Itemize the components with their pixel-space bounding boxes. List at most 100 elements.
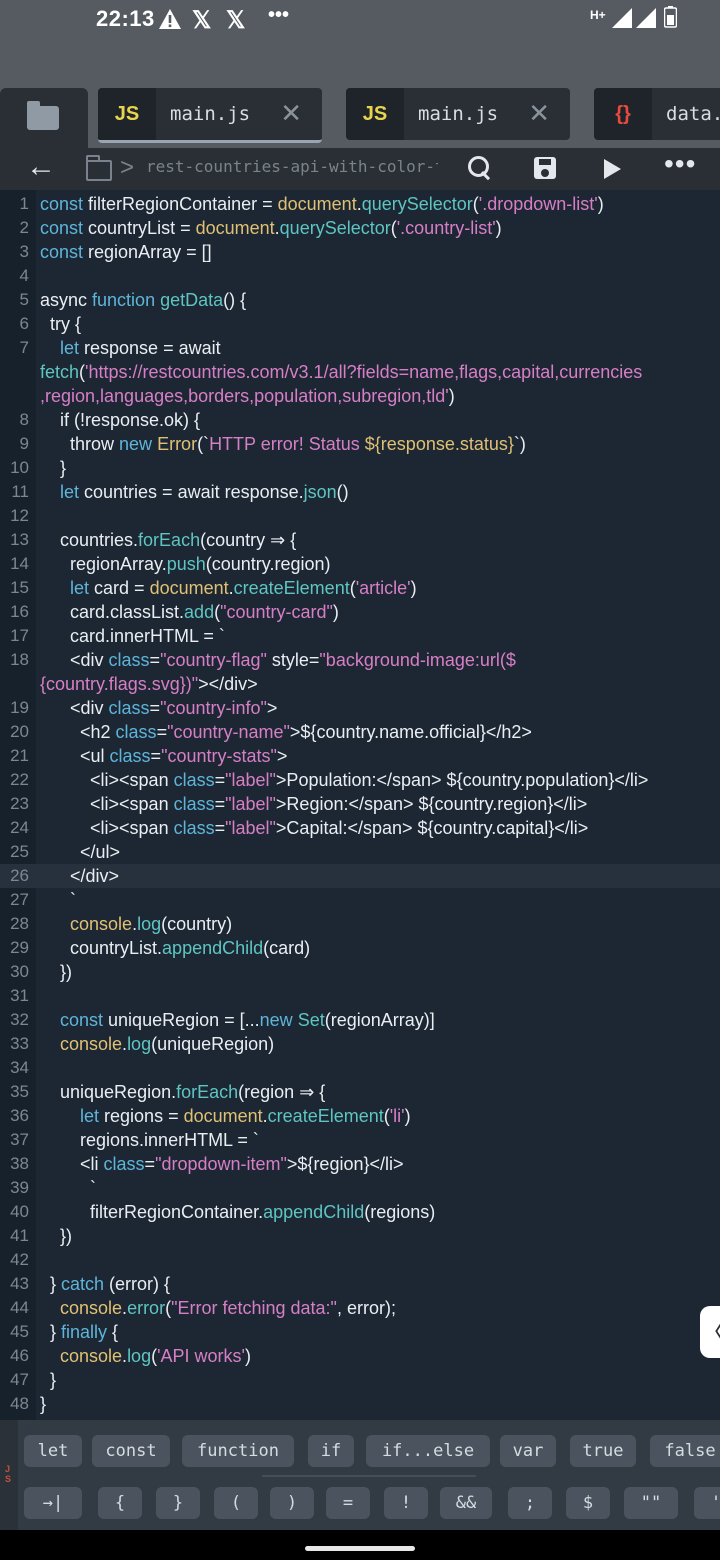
code-line[interactable]: 17 card.innerHTML = ` [0,624,720,648]
search-icon[interactable] [466,154,494,184]
tab-main-js[interactable]: JS main.js ✕ [98,88,322,143]
snippet-key[interactable]: const [92,1435,170,1467]
symbol-key[interactable]: ; [508,1487,552,1519]
code-line[interactable]: 3 const regionArray = [] [0,240,720,264]
code-line[interactable]: 10 } [0,456,720,480]
close-icon[interactable]: ✕ [280,98,302,129]
code-line[interactable]: 27 ` [0,888,720,912]
code-line[interactable]: 25 </ul> [0,840,720,864]
code-line[interactable]: 34 [0,1056,720,1080]
code-editor[interactable]: 1 const filterRegionContainer = document.… [0,190,720,1420]
code-line[interactable]: 22 <li><span class="label">Population:</… [0,768,720,792]
run-play-icon[interactable] [604,159,621,179]
save-icon[interactable] [534,157,556,179]
code-token: regionArray. [40,554,167,574]
code-line[interactable]: 43 } catch (error) { [0,1272,720,1296]
symbol-key[interactable]: ( [214,1487,258,1519]
code-line[interactable]: 45 } finally { [0,1320,720,1344]
code-line[interactable]: 42 [0,1248,720,1272]
home-indicator[interactable] [305,1546,415,1551]
code-line[interactable]: 23 <li><span class="label">Region:</span… [0,792,720,816]
snippet-key[interactable]: if...else [366,1435,490,1467]
code-line[interactable]: 29 countryList.appendChild(card) [0,936,720,960]
code-token: document [183,1106,263,1126]
snippet-key[interactable]: if [308,1435,354,1467]
code-line[interactable]: 18 <div class="country-flag" style="back… [0,648,720,672]
snippet-key[interactable]: var [500,1435,556,1467]
close-icon[interactable]: ✕ [528,98,550,129]
code-line[interactable]: 8 if (!response.ok) { [0,408,720,432]
folder-icon[interactable] [86,155,112,181]
code-line[interactable]: ,region,languages,borders,population,sub… [0,384,720,408]
code-line[interactable]: 40 filterRegionContainer.appendChild(reg… [0,1200,720,1224]
code-line[interactable]: 36 let regions = document.createElement(… [0,1104,720,1128]
code-line[interactable]: 13 countries.forEach(country ⇒ { [0,528,720,552]
tab-key[interactable]: →| [24,1487,82,1519]
tab-data-json[interactable]: {} data. [594,88,720,140]
code-token: getData [160,290,224,310]
code-line[interactable]: 4 [0,264,720,288]
code-line[interactable]: 24 <li><span class="label">Capital:</spa… [0,816,720,840]
code-line[interactable]: 47 } [0,1368,720,1392]
code-line[interactable]: 5 async function getData() { [0,288,720,312]
status-time: 22:13 [96,6,155,31]
code-line[interactable]: 16 card.classList.add("country-card") [0,600,720,624]
code-token: }) [40,1226,73,1246]
symbol-key[interactable]: "" [624,1487,678,1519]
code-line[interactable]: 1 const filterRegionContainer = document.… [0,192,720,216]
code-line[interactable]: 31 [0,984,720,1008]
code-line[interactable]: 12 [0,504,720,528]
snippet-key[interactable]: function [182,1435,294,1467]
code-token: "Error fetching data:" [171,1298,337,1318]
symbol-key[interactable]: ) [270,1487,314,1519]
code-line[interactable]: 15 let card = document.createElement('ar… [0,576,720,600]
code-token: let [40,1106,105,1126]
back-arrow-icon[interactable]: ← [26,150,56,184]
more-options-icon[interactable]: ••• [664,148,696,180]
code-line[interactable]: 46 console.log('API works') [0,1344,720,1368]
snippet-key[interactable]: false [650,1435,720,1467]
snippet-key[interactable]: true [570,1435,636,1467]
code-line[interactable]: 19 <div class="country-info"> [0,696,720,720]
code-line[interactable]: 7 let response = await [0,336,720,360]
js-file-icon: JS [98,88,156,140]
code-line[interactable]: 37 regions.innerHTML = ` [0,1128,720,1152]
code-line[interactable]: 6 try { [0,312,720,336]
code-line[interactable]: 20 <h2 class="country-name">${country.na… [0,720,720,744]
code-line[interactable]: 39 ` [0,1176,720,1200]
breadcrumb-path[interactable]: rest-countries-api-with-color-theme-swit… [146,157,438,176]
code-token: regions = [104,1106,184,1126]
symbol-key[interactable]: { [98,1487,142,1519]
side-panel-handle[interactable]: 〈 [700,1306,720,1358]
code-line[interactable]: 32 const uniqueRegion = [...new Set(regi… [0,1008,720,1032]
code-line[interactable]: 26 </div> [0,864,720,888]
code-line[interactable]: 28 console.log(country) [0,912,720,936]
symbol-key[interactable]: && [440,1487,492,1519]
symbol-key[interactable]: ' [694,1487,720,1519]
code-line[interactable]: 2 const countryList = document.querySelec… [0,216,720,240]
code-line[interactable]: 44 console.error("Error fetching data:",… [0,1296,720,1320]
tab-main-js[interactable]: JS main.js ✕ [346,88,570,140]
symbol-key[interactable]: } [156,1487,200,1519]
code-line[interactable]: 41 }) [0,1224,720,1248]
symbol-key[interactable]: = [326,1487,370,1519]
code-line[interactable]: {country.flags.svg})"></div> [0,672,720,696]
file-explorer-button[interactable] [0,88,88,148]
snippet-key[interactable]: let [24,1435,82,1467]
symbol-key[interactable]: $ [566,1487,610,1519]
code-line[interactable]: 9 throw new Error(`HTTP error! Status ${… [0,432,720,456]
code-line[interactable]: 14 regionArray.push(country.region) [0,552,720,576]
code-line[interactable]: 11 let countries = await response.json() [0,480,720,504]
code-line[interactable]: 21 <ul class="country-stats"> [0,744,720,768]
symbol-key[interactable]: ! [384,1487,428,1519]
code-line[interactable]: 48} [0,1392,720,1416]
code-line[interactable]: 33 console.log(uniqueRegion) [0,1032,720,1056]
keybar-side-tab[interactable]: J S [0,1420,18,1530]
code-text: ` [40,888,76,912]
code-line[interactable]: 30 }) [0,960,720,984]
code-line[interactable]: fetch('https://restcountries.com/v3.1/al… [0,360,720,384]
code-token: console [40,914,133,934]
data-arrows-icon: H+ [590,8,606,22]
code-line[interactable]: 38 <li class="dropdown-item">${region}</… [0,1152,720,1176]
code-line[interactable]: 35 uniqueRegion.forEach(region ⇒ { [0,1080,720,1104]
